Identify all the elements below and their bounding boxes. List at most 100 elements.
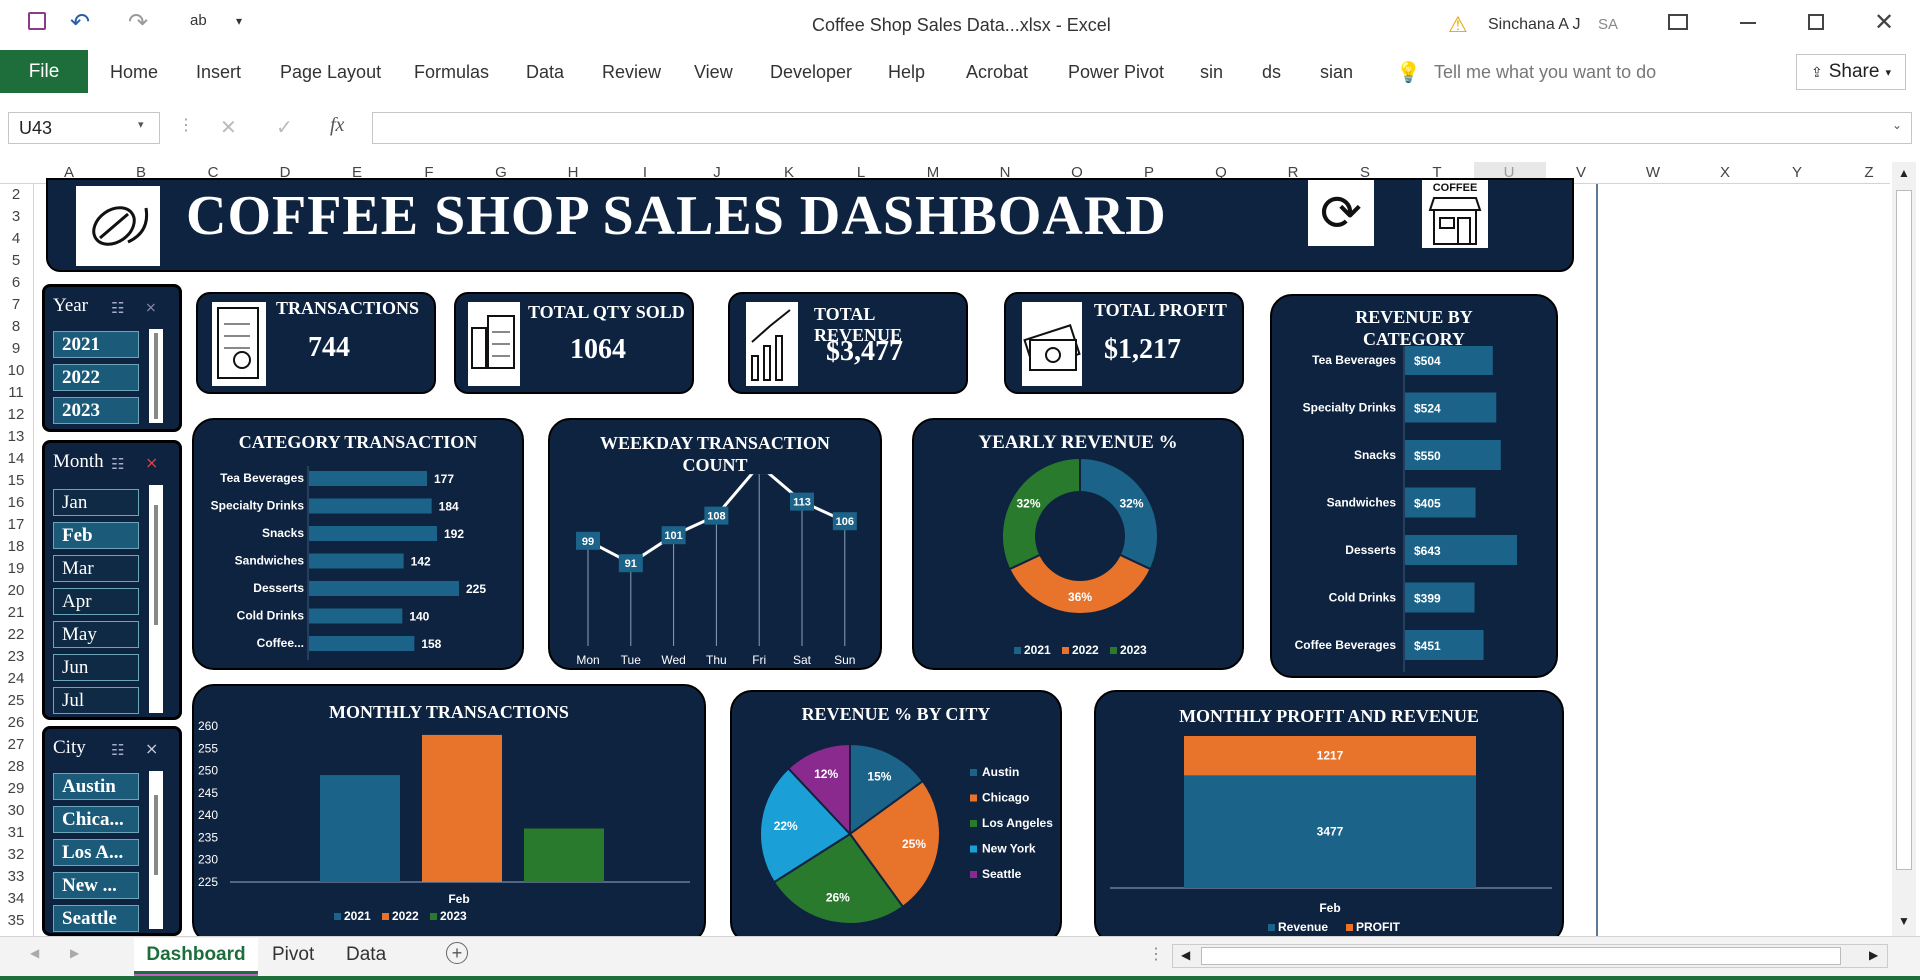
revenue-by-city-card[interactable]: REVENUE % BY CITY 15% 25% 26% 22% 12% Austin C… [730, 690, 1062, 944]
slicer-item[interactable]: Apr [53, 588, 139, 615]
slicer-scrollbar[interactable] [149, 485, 163, 713]
category-transaction-card[interactable]: CATEGORY TRANSACTION Tea Beverages 177 Spe… [192, 418, 524, 670]
user-name[interactable]: Sinchana A J [1488, 16, 1581, 34]
tab-acrobat[interactable]: Acrobat [966, 62, 1028, 83]
maximize-icon[interactable] [1808, 14, 1824, 30]
row-header[interactable]: 21 [0, 604, 32, 621]
tab-review[interactable]: Review [602, 62, 661, 83]
tab-home[interactable]: Home [110, 62, 158, 83]
row-header[interactable]: 26 [0, 714, 32, 731]
redo-icon[interactable]: ↷ [128, 8, 148, 37]
slicer-item[interactable]: Jul [53, 687, 139, 714]
tab-help[interactable]: Help [888, 62, 925, 83]
row-header[interactable]: 27 [0, 736, 32, 753]
slicer-item[interactable]: Jun [53, 654, 139, 681]
share-button[interactable]: ⇪ Share ▾ [1796, 54, 1906, 90]
row-header[interactable]: 5 [0, 252, 32, 269]
row-header[interactable]: 34 [0, 890, 32, 907]
warning-icon[interactable]: ⚠ [1448, 12, 1468, 38]
scroll-left-icon[interactable]: ◀ [1181, 948, 1190, 962]
column-header[interactable]: W [1633, 164, 1673, 181]
slicer-item[interactable]: 2022 [53, 364, 139, 391]
row-header[interactable]: 8 [0, 318, 32, 335]
scroll-up-icon[interactable]: ▲ [1898, 166, 1910, 180]
column-header[interactable]: X [1705, 164, 1745, 181]
slicer-scrollbar[interactable] [149, 329, 163, 423]
multi-select-icon[interactable]: ☷ [111, 455, 124, 473]
undo-icon[interactable]: ↶ [70, 8, 90, 37]
row-header[interactable]: 12 [0, 406, 32, 423]
slicer-item[interactable]: New ... [53, 872, 139, 899]
row-header[interactable]: 19 [0, 560, 32, 577]
tab-data[interactable]: Data [526, 62, 564, 83]
row-header[interactable]: 33 [0, 868, 32, 885]
tab-data[interactable]: Data [346, 944, 386, 966]
save-icon[interactable] [28, 12, 46, 30]
row-header[interactable]: 17 [0, 516, 32, 533]
slicer-scrollbar[interactable] [149, 771, 163, 929]
close-icon[interactable]: ✕ [1874, 8, 1894, 37]
add-sheet-icon[interactable]: + [446, 942, 468, 964]
tab-pivot[interactable]: Pivot [272, 944, 314, 966]
slicer-scroll-thumb[interactable] [154, 333, 158, 419]
expand-formula-icon[interactable]: ⌄ [1892, 118, 1902, 132]
row-header[interactable]: 30 [0, 802, 32, 819]
vertical-scrollbar[interactable]: ▲ ▼ [1892, 162, 1916, 936]
row-header[interactable]: 2 [0, 186, 32, 203]
row-header[interactable]: 24 [0, 670, 32, 687]
insert-function-icon[interactable]: fx [330, 114, 344, 137]
row-header[interactable]: 31 [0, 824, 32, 841]
tab-insert[interactable]: Insert [196, 62, 241, 83]
tab-page-layout[interactable]: Page Layout [280, 62, 381, 83]
row-header[interactable]: 9 [0, 340, 32, 357]
scroll-thumb[interactable] [1896, 190, 1912, 870]
clear-filter-icon[interactable]: ⨯ [145, 739, 158, 759]
tab-ds[interactable]: ds [1262, 62, 1281, 83]
row-header[interactable]: 11 [0, 384, 32, 401]
slicer-item[interactable]: Austin [53, 773, 139, 800]
multi-select-icon[interactable]: ☷ [111, 299, 124, 317]
tab-power-pivot[interactable]: Power Pivot [1068, 62, 1164, 83]
next-sheet-icon[interactable]: ▶ [70, 946, 79, 960]
weekday-card[interactable]: WEEKDAY TRANSACTION COUNT Mon Tue Wed Thu Fr… [548, 418, 882, 670]
slicer-item[interactable]: Chica... [53, 806, 139, 833]
slicer-scroll-thumb[interactable] [154, 505, 158, 625]
minimize-icon[interactable] [1740, 22, 1756, 24]
row-header[interactable]: 16 [0, 494, 32, 511]
multi-select-icon[interactable]: ☷ [111, 741, 124, 759]
row-header[interactable]: 3 [0, 208, 32, 225]
tab-file[interactable]: File [0, 50, 88, 93]
tab-developer[interactable]: Developer [770, 62, 852, 83]
row-header[interactable]: 32 [0, 846, 32, 863]
scroll-thumb[interactable] [1201, 947, 1841, 965]
tab-dashboard[interactable]: Dashboard [134, 938, 258, 974]
row-header[interactable]: 35 [0, 912, 32, 929]
monthly-transactions-card[interactable]: MONTHLY TRANSACTIONS 225 230 235 240 245 250 2… [192, 684, 706, 944]
row-header[interactable]: 13 [0, 428, 32, 445]
tab-sian[interactable]: sian [1320, 62, 1353, 83]
formula-input[interactable] [372, 112, 1912, 144]
slicer-item[interactable]: Feb [53, 522, 139, 549]
row-header[interactable]: 25 [0, 692, 32, 709]
row-header[interactable]: 15 [0, 472, 32, 489]
clear-filter-icon[interactable]: ⨯ [145, 453, 158, 473]
column-header[interactable]: Z [1849, 164, 1889, 181]
slicer-item[interactable]: 2023 [53, 397, 139, 424]
row-header[interactable]: 6 [0, 274, 32, 291]
slicer-item[interactable]: Jan [53, 489, 139, 516]
row-header[interactable]: 28 [0, 758, 32, 775]
row-header[interactable]: 7 [0, 296, 32, 313]
row-header[interactable]: 22 [0, 626, 32, 643]
yearly-revenue-card[interactable]: YEARLY REVENUE % 32% 36% 32% 2021 2022 2023 [912, 418, 1244, 670]
row-header[interactable]: 20 [0, 582, 32, 599]
tell-me-input[interactable]: Tell me what you want to do [1434, 62, 1656, 83]
row-header[interactable]: 18 [0, 538, 32, 555]
row-header[interactable]: 10 [0, 362, 32, 379]
avatar[interactable]: SA [1598, 16, 1618, 33]
slicer-scroll-thumb[interactable] [154, 795, 158, 875]
slicer-item[interactable]: 2021 [53, 331, 139, 358]
monthly-profit-revenue-card[interactable]: MONTHLY PROFIT AND REVENUE 3477 1217 Feb Re… [1094, 690, 1564, 944]
chevron-down-icon[interactable]: ▾ [138, 118, 144, 131]
row-header[interactable]: 23 [0, 648, 32, 665]
refresh-icon[interactable]: ⟳ [1308, 180, 1374, 246]
